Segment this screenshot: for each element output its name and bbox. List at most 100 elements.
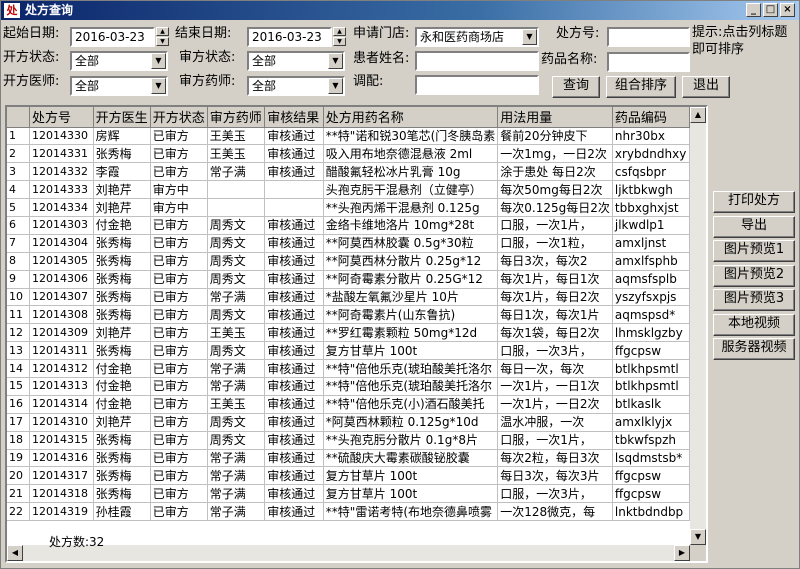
table-cell: 已审方 bbox=[150, 449, 208, 468]
table-row[interactable]: 22 12014319 孙桂霞 已审方 常子满 审核通过 **特"雷诺考特(布地奈德鼻喷雾一… bbox=[7, 502, 690, 522]
end-date-value: 2016-03-23 bbox=[252, 30, 322, 44]
window-title: 处方查询 bbox=[25, 3, 74, 17]
column-header[interactable]: 处方用药名称 bbox=[323, 107, 499, 128]
export-button[interactable]: 导出 bbox=[713, 215, 795, 238]
table-cell: 审核通过 bbox=[264, 252, 324, 271]
doctor-select[interactable]: 全部 ▼ bbox=[70, 76, 168, 96]
table-cell: 16 bbox=[7, 395, 31, 414]
table-cell: 周秀文 bbox=[207, 216, 266, 235]
print-prescription-button[interactable]: 打印处方 bbox=[713, 191, 795, 213]
table-row[interactable]: 9 12014306 张秀梅 已审方 周秀文 审核通过 **阿奇霉素分散片 0.25G*12… bbox=[7, 270, 690, 289]
table-row[interactable]: 6 12014303 付金艳 已审方 周秀文 审核通过 金络卡维地洛片 10mg*28t 口服… bbox=[7, 216, 690, 235]
table-cell: 已审方 bbox=[150, 288, 208, 307]
table-cell: 已审方 bbox=[150, 305, 208, 325]
table-cell: 常子满 bbox=[207, 162, 266, 182]
patient-input[interactable] bbox=[415, 51, 539, 71]
start-date-spin-down[interactable]: ▼ bbox=[156, 37, 169, 46]
start-date-field[interactable]: 2016-03-23 bbox=[70, 27, 155, 47]
table-row[interactable]: 14 12014312 付金艳 已审方 常子满 审核通过 **特"倍他乐克(琥珀酸美托洛尔每… bbox=[7, 359, 690, 378]
image-preview-3-button[interactable]: 图片预览3 bbox=[713, 289, 795, 311]
end-date-spin-up[interactable]: ▲ bbox=[333, 27, 346, 36]
image-preview-2-button[interactable]: 图片预览2 bbox=[713, 264, 795, 287]
scroll-down-icon[interactable]: ▼ bbox=[690, 529, 706, 545]
minimize-button[interactable]: _ bbox=[746, 3, 761, 17]
table-row[interactable]: 11 12014308 张秀梅 已审方 周秀文 审核通过 **阿奇霉素片(山东鲁抗) 每日1次… bbox=[7, 305, 690, 325]
table-row[interactable]: 8 12014305 张秀梅 已审方 周秀文 审核通过 **阿莫西林分散片 0.25g*12… bbox=[7, 252, 690, 271]
drug-name-input[interactable] bbox=[607, 52, 690, 72]
table-row[interactable]: 16 12014314 付金艳 已审方 王美玉 审核通过 **特"倍他乐克(小)酒石酸美托一… bbox=[7, 395, 690, 414]
column-header[interactable]: 用法用量 bbox=[497, 107, 613, 128]
table-cell: 王美玉 bbox=[207, 127, 266, 146]
table-cell: 张秀梅 bbox=[93, 431, 151, 450]
scroll-left-icon[interactable]: ◀ bbox=[7, 545, 23, 561]
table-row[interactable]: 1 12014330 房辉 已审方 王美玉 审核通过 **特"诺和锐30笔芯(门冬胰岛素 餐前… bbox=[7, 127, 690, 146]
review-status-label: 审方状态: bbox=[179, 50, 236, 65]
table-row[interactable]: 17 12014310 刘艳芹 已审方 周秀文 审核通过 *阿莫西林颗粒 0.125g*10… bbox=[7, 413, 690, 432]
prescription-grid[interactable]: 处方号 开方医生 开方状态 审方药师 审核结果 处方用药名称 用法用量 药品编码 1 12014… bbox=[5, 105, 708, 563]
rx-no-input[interactable] bbox=[607, 27, 690, 47]
exit-button[interactable]: 退出 bbox=[682, 76, 730, 98]
column-header[interactable]: 审方药师 bbox=[207, 107, 266, 128]
maximize-button[interactable]: □ bbox=[763, 3, 778, 17]
column-header[interactable]: 处方号 bbox=[29, 107, 94, 128]
local-video-button[interactable]: 本地视频 bbox=[713, 313, 795, 336]
table-cell: **特"倍他乐克(小)酒石酸美托 bbox=[323, 395, 499, 414]
table-row[interactable]: 10 12014307 张秀梅 已审方 常子满 审核通过 *盐酸左氧氟沙星片 10片 每次1片… bbox=[7, 288, 690, 307]
start-date-spin-up[interactable]: ▲ bbox=[156, 27, 169, 36]
table-row[interactable]: 4 12014333 刘艳芹 审方中 头孢克肟干混悬剂（立健亭） 每次50mg每日2次 lj… bbox=[7, 180, 690, 200]
chevron-down-icon[interactable]: ▼ bbox=[151, 78, 166, 94]
table-row[interactable]: 21 12014318 张秀梅 已审方 常子满 审核通过 复方甘草片 100t 口服，一次3片… bbox=[7, 484, 690, 504]
table-cell: 付金艳 bbox=[93, 395, 151, 414]
table-row[interactable]: 7 12014304 张秀梅 已审方 周秀文 审核通过 **阿莫西林胶囊 0.5g*30粒口… bbox=[7, 234, 690, 253]
horizontal-scrollbar[interactable]: ◀ ▶ bbox=[7, 545, 690, 561]
column-header[interactable]: 审核结果 bbox=[264, 107, 324, 128]
scroll-right-icon[interactable]: ▶ bbox=[674, 545, 690, 561]
table-cell: 12014308 bbox=[29, 305, 94, 325]
end-date-field[interactable]: 2016-03-23 bbox=[247, 27, 332, 47]
server-video-button[interactable]: 服务器视频 bbox=[713, 338, 795, 360]
table-cell: 审核通过 bbox=[264, 359, 324, 378]
image-preview-1-button[interactable]: 图片预览1 bbox=[713, 240, 795, 262]
column-header[interactable]: 开方医生 bbox=[93, 107, 151, 128]
table-cell: 复方甘草片 100t bbox=[323, 466, 499, 486]
table-row[interactable]: 12 12014309 刘艳芹 已审方 王美玉 审核通过 **罗红霉素颗粒 50mg*12d… bbox=[7, 323, 690, 343]
rx-status-select[interactable]: 全部 ▼ bbox=[70, 51, 168, 71]
table-cell: 12014305 bbox=[29, 252, 94, 271]
store-select[interactable]: 永和医药商场店 ▼ bbox=[415, 27, 539, 47]
table-row[interactable]: 20 12014317 张秀梅 已审方 常子满 审核通过 复方甘草片 100t 每日3次，每次… bbox=[7, 466, 690, 486]
dispense-input[interactable] bbox=[415, 75, 539, 95]
pharmacist-select[interactable]: 全部 ▼ bbox=[247, 76, 345, 96]
column-header[interactable]: 药品编码 bbox=[612, 107, 690, 128]
chevron-down-icon[interactable]: ▼ bbox=[328, 78, 343, 94]
column-header[interactable] bbox=[7, 107, 31, 128]
vertical-scrollbar[interactable]: ▲ ▼ bbox=[690, 107, 706, 545]
table-cell: 已审方 bbox=[150, 502, 208, 522]
close-button[interactable]: × bbox=[780, 3, 795, 17]
table-row[interactable]: 3 12014332 李霞 已审方 常子满 审核通过 醋酸氟轻松冰片乳膏 10g 涂于患处 每… bbox=[7, 162, 690, 182]
review-status-select[interactable]: 全部 ▼ bbox=[247, 51, 345, 71]
table-row[interactable]: 15 12014313 付金艳 已审方 常子满 审核通过 **特"倍他乐克(琥珀酸美托洛尔一… bbox=[7, 377, 690, 396]
scroll-up-icon[interactable]: ▲ bbox=[690, 107, 706, 123]
table-cell: 12014310 bbox=[29, 413, 94, 432]
combined-sort-button[interactable]: 组合排序 bbox=[606, 76, 676, 98]
table-cell: 口服，一次3片， bbox=[497, 484, 613, 504]
table-cell: btlkhpsmtl bbox=[612, 377, 690, 396]
table-cell: 18 bbox=[7, 431, 31, 450]
title-bar[interactable]: 处 处方查询 _ □ × bbox=[1, 1, 799, 20]
table-row[interactable]: 2 12014331 张秀梅 已审方 王美玉 审核通过 吸入用布地奈德混悬液 2ml 一次1m… bbox=[7, 144, 690, 164]
table-row[interactable]: 19 12014316 张秀梅 已审方 常子满 审核通过 **硫酸庆大霉素碳酸铋胶囊 每次2粒… bbox=[7, 449, 690, 468]
column-header[interactable]: 开方状态 bbox=[150, 107, 208, 128]
table-cell: 每日3次，每次3片 bbox=[497, 466, 613, 486]
table-row[interactable]: 18 12014315 张秀梅 已审方 周秀文 审核通过 **头孢克肟分散片 0.1g*8片… bbox=[7, 431, 690, 450]
end-date-spin-down[interactable]: ▼ bbox=[333, 37, 346, 46]
store-value: 永和医药商场店 bbox=[420, 30, 505, 44]
table-row[interactable]: 5 12014334 刘艳芹 审方中 **头孢丙烯干混悬剂 0.125g 每次0.125g… bbox=[7, 198, 690, 217]
query-button[interactable]: 查询 bbox=[552, 76, 600, 98]
table-cell: 审核通过 bbox=[264, 162, 324, 182]
table-cell: jlkwdlp1 bbox=[612, 216, 690, 235]
table-row[interactable]: 13 12014311 张秀梅 已审方 周秀文 审核通过 复方甘草片 100t 口服，一次3片… bbox=[7, 341, 690, 361]
drug-name-label: 药品名称: bbox=[541, 52, 598, 67]
chevron-down-icon[interactable]: ▼ bbox=[522, 29, 537, 45]
chevron-down-icon[interactable]: ▼ bbox=[328, 53, 343, 69]
chevron-down-icon[interactable]: ▼ bbox=[151, 53, 166, 69]
